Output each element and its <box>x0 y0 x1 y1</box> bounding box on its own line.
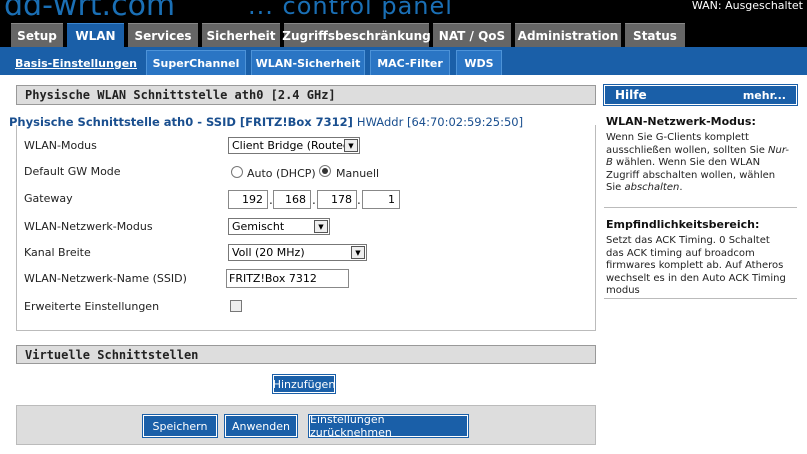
tab-setup[interactable]: Setup <box>11 23 63 47</box>
add-interface-button[interactable]: Hinzufügen <box>272 374 336 394</box>
advanced-settings-checkbox[interactable] <box>230 300 242 312</box>
wlan-mode-value: Client Bridge (Routed) <box>232 139 355 152</box>
control-panel-page: dd-wrt.com ... control panel WAN: Ausges… <box>0 0 807 454</box>
help-text-emphasis: abschalten <box>624 182 680 193</box>
help-divider <box>604 298 797 299</box>
apply-button[interactable]: Anwenden <box>224 414 298 438</box>
ssid-input[interactable]: FRITZ!Box 7312 <box>226 269 349 288</box>
content-area: Physische WLAN Schnittstelle ath0 [2.4 G… <box>0 75 807 454</box>
gateway-octet-3[interactable]: 178 <box>317 190 357 209</box>
gateway-octet-2[interactable]: 168 <box>273 190 311 209</box>
header: dd-wrt.com ... control panel WAN: Ausges… <box>0 0 807 20</box>
gw-manual-label: Manuell <box>336 167 380 180</box>
section-title-virtual: Virtuelle Schnittstellen <box>16 345 596 364</box>
help-more-link[interactable]: mehr... <box>743 89 786 102</box>
tab-wlan[interactable]: WLAN <box>67 23 124 47</box>
help-title: Hilfe <box>615 88 647 102</box>
gateway-octet-1[interactable]: 192 <box>228 190 268 209</box>
help-section-title: Empfindlichkeitsbereich: <box>606 218 760 231</box>
ssid-label: WLAN-Netzwerk-Name (SSID) <box>24 272 187 285</box>
main-tabbar: Setup WLAN Services Sicherheit Zugriffsb… <box>0 20 807 47</box>
tab-sicherheit[interactable]: Sicherheit <box>202 23 280 47</box>
button-bar <box>16 405 596 445</box>
gw-auto-radio[interactable] <box>231 166 243 178</box>
tab-status[interactable]: Status <box>625 23 685 47</box>
wan-status: WAN: Ausgeschaltet <box>691 0 803 12</box>
help-section-text: Setzt das ACK Timing. 0 Schaltet das ACK… <box>606 235 786 296</box>
subtab-superchannel[interactable]: SuperChannel <box>146 50 246 75</box>
advanced-settings-label: Erweiterte Einstellungen <box>24 300 160 313</box>
help-section-title: WLAN-Netzwerk-Modus: <box>606 115 756 128</box>
gw-auto-label: Auto (DHCP) <box>247 167 316 180</box>
tab-zugriffsbeschraenkung[interactable]: Zugriffsbeschränkung <box>282 23 431 47</box>
tab-services[interactable]: Services <box>128 23 198 47</box>
logo: dd-wrt.com <box>4 0 176 20</box>
subtab-basis-einstellungen[interactable]: Basis-Einstellungen <box>12 50 140 75</box>
chevron-down-icon: ▼ <box>344 139 358 152</box>
wlan-mode-select[interactable]: Client Bridge (Routed) ▼ <box>228 137 360 154</box>
tab-administration[interactable]: Administration <box>515 23 621 47</box>
gateway-label: Gateway <box>24 192 73 205</box>
gw-mode-label: Default GW Mode <box>24 165 121 178</box>
help-section-text: Wenn Sie G-Clients komplett ausschließen… <box>606 132 790 195</box>
subtab-wds[interactable]: WDS <box>456 50 502 75</box>
reset-settings-button[interactable]: Einstellungen zurücknehmen <box>308 413 469 439</box>
channel-width-select[interactable]: Voll (20 MHz) ▼ <box>228 244 367 261</box>
help-text-part: . <box>679 182 683 193</box>
net-mode-value: Gemischt <box>232 220 285 233</box>
gateway-dot: . <box>312 193 316 207</box>
sub-tabbar: Basis-Einstellungen SuperChannel WLAN-Si… <box>0 47 807 75</box>
gw-manual-radio[interactable] <box>319 165 331 177</box>
net-mode-label: WLAN-Netzwerk-Modus <box>24 220 153 233</box>
control-panel-subtitle: ... control panel <box>248 0 453 20</box>
section-title-physical: Physische WLAN Schnittstelle ath0 [2.4 G… <box>16 85 596 105</box>
chevron-down-icon: ▼ <box>351 246 365 259</box>
chevron-down-icon: ▼ <box>314 220 328 233</box>
save-button[interactable]: Speichern <box>142 414 218 438</box>
wlan-mode-label: WLAN-Modus <box>24 139 97 152</box>
tab-nat-qos[interactable]: NAT / QoS <box>433 23 511 47</box>
help-header: Hilfe mehr... <box>603 84 798 106</box>
subtab-wlan-sicherheit[interactable]: WLAN-Sicherheit <box>251 50 365 75</box>
help-divider <box>604 207 797 208</box>
gateway-octet-4[interactable]: 1 <box>362 190 400 209</box>
help-text-part: Wenn Sie G-Clients komplett ausschließen… <box>606 132 769 156</box>
gateway-dot: . <box>357 193 361 207</box>
subtab-mac-filter[interactable]: MAC-Filter <box>370 50 450 75</box>
net-mode-select[interactable]: Gemischt ▼ <box>228 218 330 235</box>
channel-width-value: Voll (20 MHz) <box>232 246 305 259</box>
channel-width-label: Kanal Breite <box>24 246 91 259</box>
